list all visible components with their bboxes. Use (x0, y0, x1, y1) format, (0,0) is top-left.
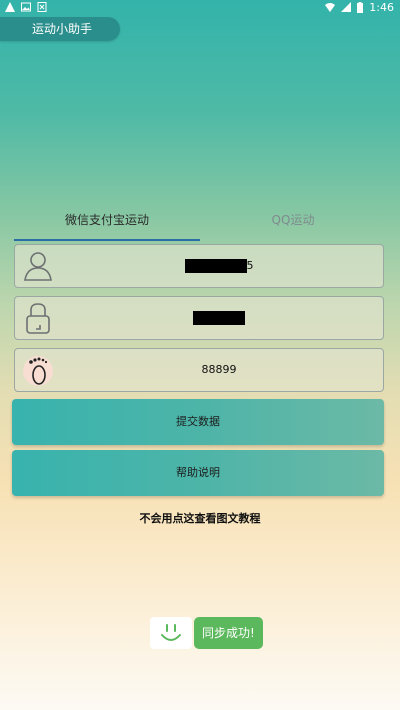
warning-icon (5, 2, 15, 12)
app-title: 运动小助手 (0, 17, 120, 41)
sync-success-toast: 同步成功! (150, 617, 263, 649)
battery-icon (357, 1, 364, 13)
account-field[interactable]: 5 (14, 244, 384, 288)
redacted-account (184, 259, 247, 273)
user-icon (24, 252, 52, 281)
tab-qq-sport[interactable]: QQ运动 (200, 205, 386, 239)
status-bar: 1:46 (0, 0, 400, 14)
smiley-icon (161, 624, 181, 641)
toast-message: 同步成功! (194, 617, 263, 649)
signal-icon (341, 2, 352, 12)
footprint-icon (23, 356, 53, 386)
password-field[interactable] (14, 296, 384, 340)
redacted-password (193, 311, 245, 325)
status-time: 1:46 (369, 0, 394, 14)
image-icon (21, 2, 31, 12)
tab-bar: 微信支付宝运动 QQ运动 (14, 205, 386, 241)
tab-wechat-alipay-sport[interactable]: 微信支付宝运动 (14, 205, 200, 241)
download-icon (37, 2, 47, 12)
account-visible-suffix: 5 (246, 259, 254, 272)
steps-field[interactable]: 88899 (14, 348, 384, 392)
submit-button[interactable]: 提交数据 (12, 399, 384, 445)
help-button[interactable]: 帮助说明 (12, 450, 384, 496)
wifi-icon (325, 3, 336, 12)
lock-icon (26, 303, 50, 334)
steps-value: 88899 (201, 363, 237, 376)
tutorial-link[interactable]: 不会用点这查看图文教程 (0, 510, 400, 526)
